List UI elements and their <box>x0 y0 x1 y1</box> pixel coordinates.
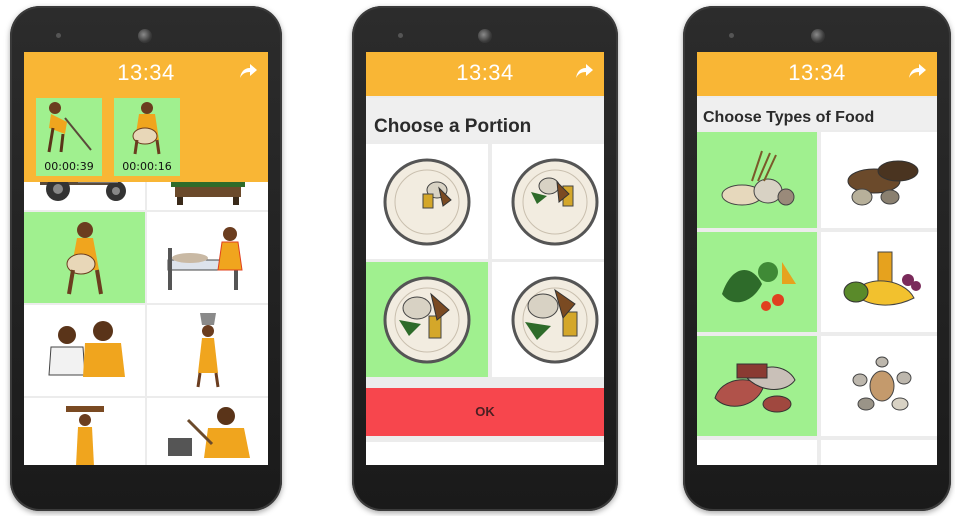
timer-elapsed: 00:00:16 <box>122 160 172 173</box>
activity-tile-talking-together[interactable] <box>24 305 145 396</box>
portion-option-large[interactable] <box>366 262 488 377</box>
activity-tile-cooking[interactable] <box>147 398 268 465</box>
screen: 13:34 Choose Types of Food <box>697 52 937 465</box>
timer-card-carrying-baby[interactable]: 00:00:16 <box>114 98 180 176</box>
phone-choose-food-types: 13:34 Choose Types of Food <box>683 6 951 511</box>
fruits-and-juice-icon <box>843 251 921 306</box>
bottom-strip <box>366 442 604 465</box>
screen: 13:34 00:00:39 00:00:16 <box>24 52 268 465</box>
cooking-icon <box>167 407 250 458</box>
medium-portion-plate-icon <box>511 158 599 245</box>
page-title: Choose a Portion <box>366 98 604 140</box>
grains-and-bread-icon <box>721 150 795 206</box>
timer-elapsed: 00:00:39 <box>44 160 94 173</box>
active-timers-banner: 13:34 00:00:39 00:00:16 <box>24 52 268 182</box>
food-type-next-row-left[interactable] <box>697 440 817 465</box>
small-portion-plate-icon <box>383 158 471 245</box>
phone-activity-timer: 13:34 00:00:39 00:00:16 <box>10 6 282 511</box>
speaker-dot <box>398 33 403 38</box>
speaker-dot <box>729 33 734 38</box>
portion-option-extra-large[interactable] <box>492 262 604 377</box>
vegetables-icon <box>722 262 796 311</box>
food-type-eggs-and-nuts[interactable] <box>821 336 937 436</box>
woman-carrying-baby-icon <box>66 221 103 294</box>
status-time: 13:34 <box>117 60 175 85</box>
phone-choose-portion: 13:34 Choose a Portion OK <box>352 6 618 511</box>
share-icon[interactable] <box>238 62 258 80</box>
large-portion-plate-icon <box>383 276 471 363</box>
caring-for-sick-icon <box>167 226 243 290</box>
share-icon[interactable] <box>907 62 927 80</box>
front-camera <box>478 29 492 43</box>
talking-together-icon <box>47 320 125 377</box>
page-title: Choose Types of Food <box>697 98 937 130</box>
farmer-hoeing-icon <box>47 102 92 153</box>
front-camera <box>138 29 152 43</box>
food-type-vegetables[interactable] <box>697 232 817 332</box>
eggs-and-nuts-icon <box>852 356 912 411</box>
roots-and-tubers-icon <box>847 160 919 206</box>
speaker-dot <box>56 33 61 38</box>
carrying-firewood-icon <box>65 406 104 465</box>
ok-button[interactable]: OK <box>366 388 604 436</box>
screen: 13:34 Choose a Portion OK <box>366 52 604 465</box>
woman-carrying-baby-icon <box>132 102 161 155</box>
activity-tile-carrying-firewood[interactable] <box>24 398 145 465</box>
status-time: 13:34 <box>456 60 514 85</box>
carrying-water-icon <box>196 312 219 387</box>
timer-card-farming[interactable]: 00:00:39 <box>36 98 102 176</box>
food-type-roots[interactable] <box>821 132 937 228</box>
food-type-next-row-right[interactable] <box>821 440 937 465</box>
portion-option-medium[interactable] <box>492 144 604 259</box>
extra-large-portion-plate-icon <box>511 276 599 363</box>
portion-option-small[interactable] <box>366 144 488 259</box>
food-type-meat[interactable] <box>697 336 817 436</box>
status-bar: 13:34 <box>697 52 937 96</box>
status-time: 13:34 <box>788 60 846 85</box>
front-camera <box>811 29 825 43</box>
status-bar: 13:34 <box>366 52 604 96</box>
share-icon[interactable] <box>574 62 594 80</box>
activity-tile-carrying-water[interactable] <box>147 305 268 396</box>
activity-tile-carrying-baby[interactable] <box>24 212 145 303</box>
meat-and-fish-icon <box>714 363 796 413</box>
food-type-grains[interactable] <box>697 132 817 228</box>
activity-tile-caring-for-sick[interactable] <box>147 212 268 303</box>
food-type-fruits[interactable] <box>821 232 937 332</box>
